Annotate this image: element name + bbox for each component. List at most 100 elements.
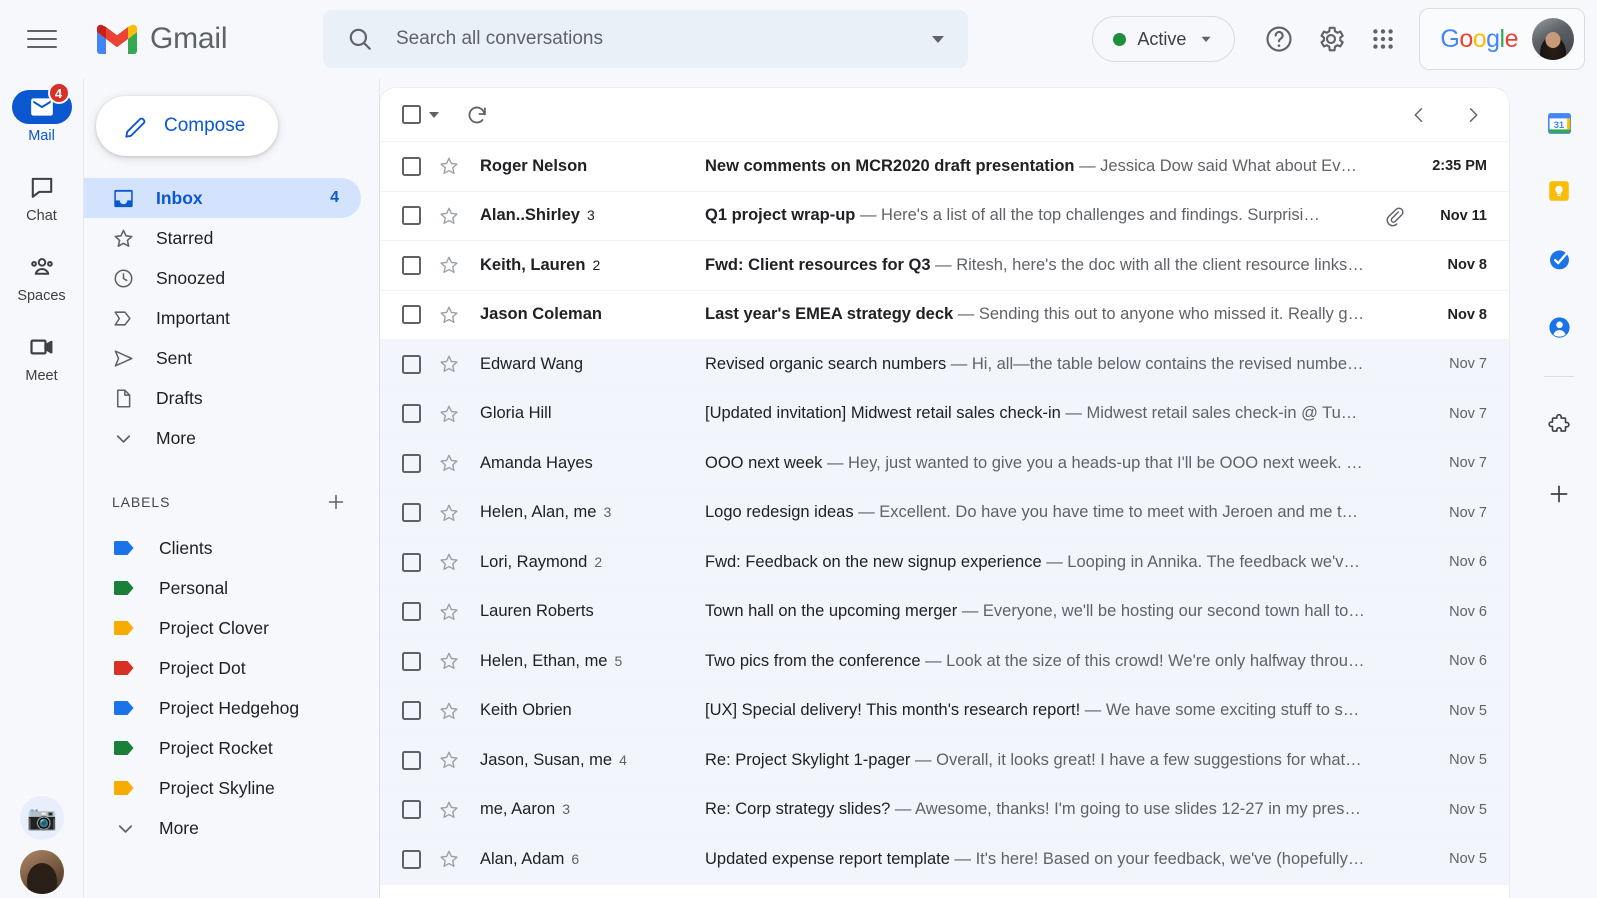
previous-page-button[interactable] (1405, 101, 1433, 129)
row-checkbox[interactable] (402, 255, 421, 275)
star-icon[interactable] (438, 353, 460, 375)
refresh-button[interactable] (465, 103, 489, 127)
table-row[interactable]: Edward Wang Revised organic search number… (380, 340, 1509, 390)
sidebar-item-sent[interactable]: Sent (84, 338, 361, 378)
google-calendar-icon: 31 (1546, 110, 1573, 137)
star-icon[interactable] (438, 502, 460, 524)
search-box[interactable] (323, 10, 968, 68)
row-checkbox[interactable] (402, 849, 421, 869)
get-addons-button[interactable] (1536, 403, 1582, 449)
profile-avatar[interactable] (20, 850, 64, 894)
google-tasks-button[interactable] (1536, 236, 1582, 282)
add-panel-button[interactable] (1536, 471, 1582, 517)
row-sender: Alan, Adam 6 (480, 850, 705, 869)
camera-avatar[interactable]: 📷 (20, 796, 64, 840)
search-input[interactable] (373, 28, 926, 50)
row-checkbox[interactable] (402, 552, 421, 572)
label-item-clients[interactable]: Clients (84, 528, 361, 568)
table-row[interactable]: Lauren Roberts Town hall on the upcoming … (380, 587, 1509, 637)
rail-item-mail[interactable]: 4 Mail (4, 82, 80, 144)
status-chip[interactable]: Active (1092, 16, 1236, 62)
table-row[interactable]: Alan, Adam 6 Updated expense report templa… (380, 835, 1509, 885)
row-date: Nov 11 (1440, 207, 1487, 224)
rail-item-spaces[interactable]: Spaces (4, 250, 80, 304)
star-icon[interactable] (438, 749, 460, 771)
label-item-project-skyline[interactable]: Project Skyline (84, 768, 361, 808)
star-icon[interactable] (438, 452, 460, 474)
row-checkbox[interactable] (402, 156, 421, 176)
star-icon[interactable] (438, 403, 460, 425)
row-checkbox[interactable] (402, 404, 421, 424)
select-all-checkbox[interactable] (402, 105, 439, 124)
google-apps-button[interactable] (1357, 13, 1409, 65)
sidebar-item-inbox[interactable]: Inbox 4 (84, 178, 361, 218)
row-checkbox[interactable] (402, 453, 421, 473)
google-calendar-button[interactable]: 31 (1536, 100, 1582, 146)
row-checkbox[interactable] (402, 701, 421, 721)
table-row[interactable]: Jason, Susan, me 4 Re: Project Skylight 1-… (380, 736, 1509, 786)
star-icon[interactable] (438, 304, 460, 326)
row-checkbox[interactable] (402, 206, 421, 226)
row-checkbox[interactable] (402, 651, 421, 671)
table-row[interactable]: Helen, Alan, me 3 Logo redesign ideas — Ex… (380, 488, 1509, 538)
star-icon[interactable] (438, 601, 460, 623)
row-sender: Roger Nelson (480, 157, 705, 176)
google-contacts-button[interactable] (1536, 304, 1582, 350)
row-checkbox[interactable] (402, 602, 421, 622)
table-row[interactable]: Amanda Hayes OOO next week — Hey, just wa… (380, 439, 1509, 489)
star-icon[interactable] (438, 650, 460, 672)
star-icon[interactable] (438, 254, 460, 276)
plus-icon[interactable] (323, 489, 349, 515)
row-checkbox[interactable] (402, 305, 421, 325)
rail-item-chat[interactable]: Chat (4, 170, 80, 224)
help-button[interactable] (1253, 13, 1305, 65)
table-row[interactable]: Jason Coleman Last year's EMEA strategy d… (380, 290, 1509, 340)
labels-more-button[interactable]: More (84, 808, 361, 848)
table-row[interactable]: Keith, Lauren 2 Fwd: Client resources for … (380, 241, 1509, 291)
label-item-project-dot[interactable]: Project Dot (84, 648, 361, 688)
table-row[interactable]: Lori, Raymond 2 Fwd: Feedback on the new s… (380, 538, 1509, 588)
star-icon[interactable] (438, 700, 460, 722)
row-checkbox[interactable] (402, 354, 421, 374)
gmail-logo-link[interactable]: Gmail (84, 22, 309, 56)
app-rail: 4 Mail Chat Spaces Meet 📷 (0, 78, 84, 898)
label-item-personal[interactable]: Personal (84, 568, 361, 608)
label-item-project-clover[interactable]: Project Clover (84, 608, 361, 648)
google-keep-button[interactable] (1536, 168, 1582, 214)
row-sender: Helen, Ethan, me 5 (480, 652, 705, 671)
row-checkbox[interactable] (402, 750, 421, 770)
table-row[interactable]: Roger Nelson New comments on MCR2020 draf… (380, 142, 1509, 192)
table-row[interactable]: Gloria Hill [Updated invitation] Midwest … (380, 389, 1509, 439)
row-checkbox[interactable] (402, 800, 421, 820)
google-account-button[interactable]: Google (1419, 8, 1585, 70)
chat-icon (29, 174, 55, 200)
table-row[interactable]: Helen, Ethan, me 5 Two pics from the confe… (380, 637, 1509, 687)
star-icon[interactable] (438, 205, 460, 227)
star-icon[interactable] (438, 155, 460, 177)
sidebar-item-starred[interactable]: Starred (84, 218, 361, 258)
row-subject: Revised organic search numbers (705, 354, 947, 373)
rail-item-meet[interactable]: Meet (4, 330, 80, 384)
table-row[interactable]: me, Aaron 3 Re: Corp strategy slides? — Aw… (380, 785, 1509, 835)
main-menu-button[interactable] (0, 0, 84, 78)
compose-button[interactable]: Compose (96, 96, 278, 156)
sidebar-item-more[interactable]: More (84, 418, 361, 458)
table-row[interactable]: Keith Obrien [UX] Special delivery! This … (380, 686, 1509, 736)
row-checkbox[interactable] (402, 503, 421, 523)
star-icon[interactable] (438, 799, 460, 821)
row-snippet: — Jessica Dow said What about Eva… (1074, 156, 1367, 175)
sidebar-item-drafts[interactable]: Drafts (84, 378, 361, 418)
next-page-button[interactable] (1459, 101, 1487, 129)
star-icon[interactable] (438, 848, 460, 870)
label-item-project-rocket[interactable]: Project Rocket (84, 728, 361, 768)
label-item-project-hedgehog[interactable]: Project Hedgehog (84, 688, 361, 728)
search-options-chevron-down-icon[interactable] (926, 27, 950, 51)
star-icon[interactable] (438, 551, 460, 573)
help-icon (1264, 24, 1294, 54)
sidebar-item-snoozed[interactable]: Snoozed (84, 258, 361, 298)
sidebar-item-important[interactable]: Important (84, 298, 361, 338)
table-row[interactable]: Alan..Shirley 3 Q1 project wrap-up — Here'… (380, 191, 1509, 241)
settings-button[interactable] (1305, 13, 1357, 65)
compose-label: Compose (164, 115, 246, 136)
row-snippet: — We have some exciting stuff to sh… (1080, 701, 1369, 720)
